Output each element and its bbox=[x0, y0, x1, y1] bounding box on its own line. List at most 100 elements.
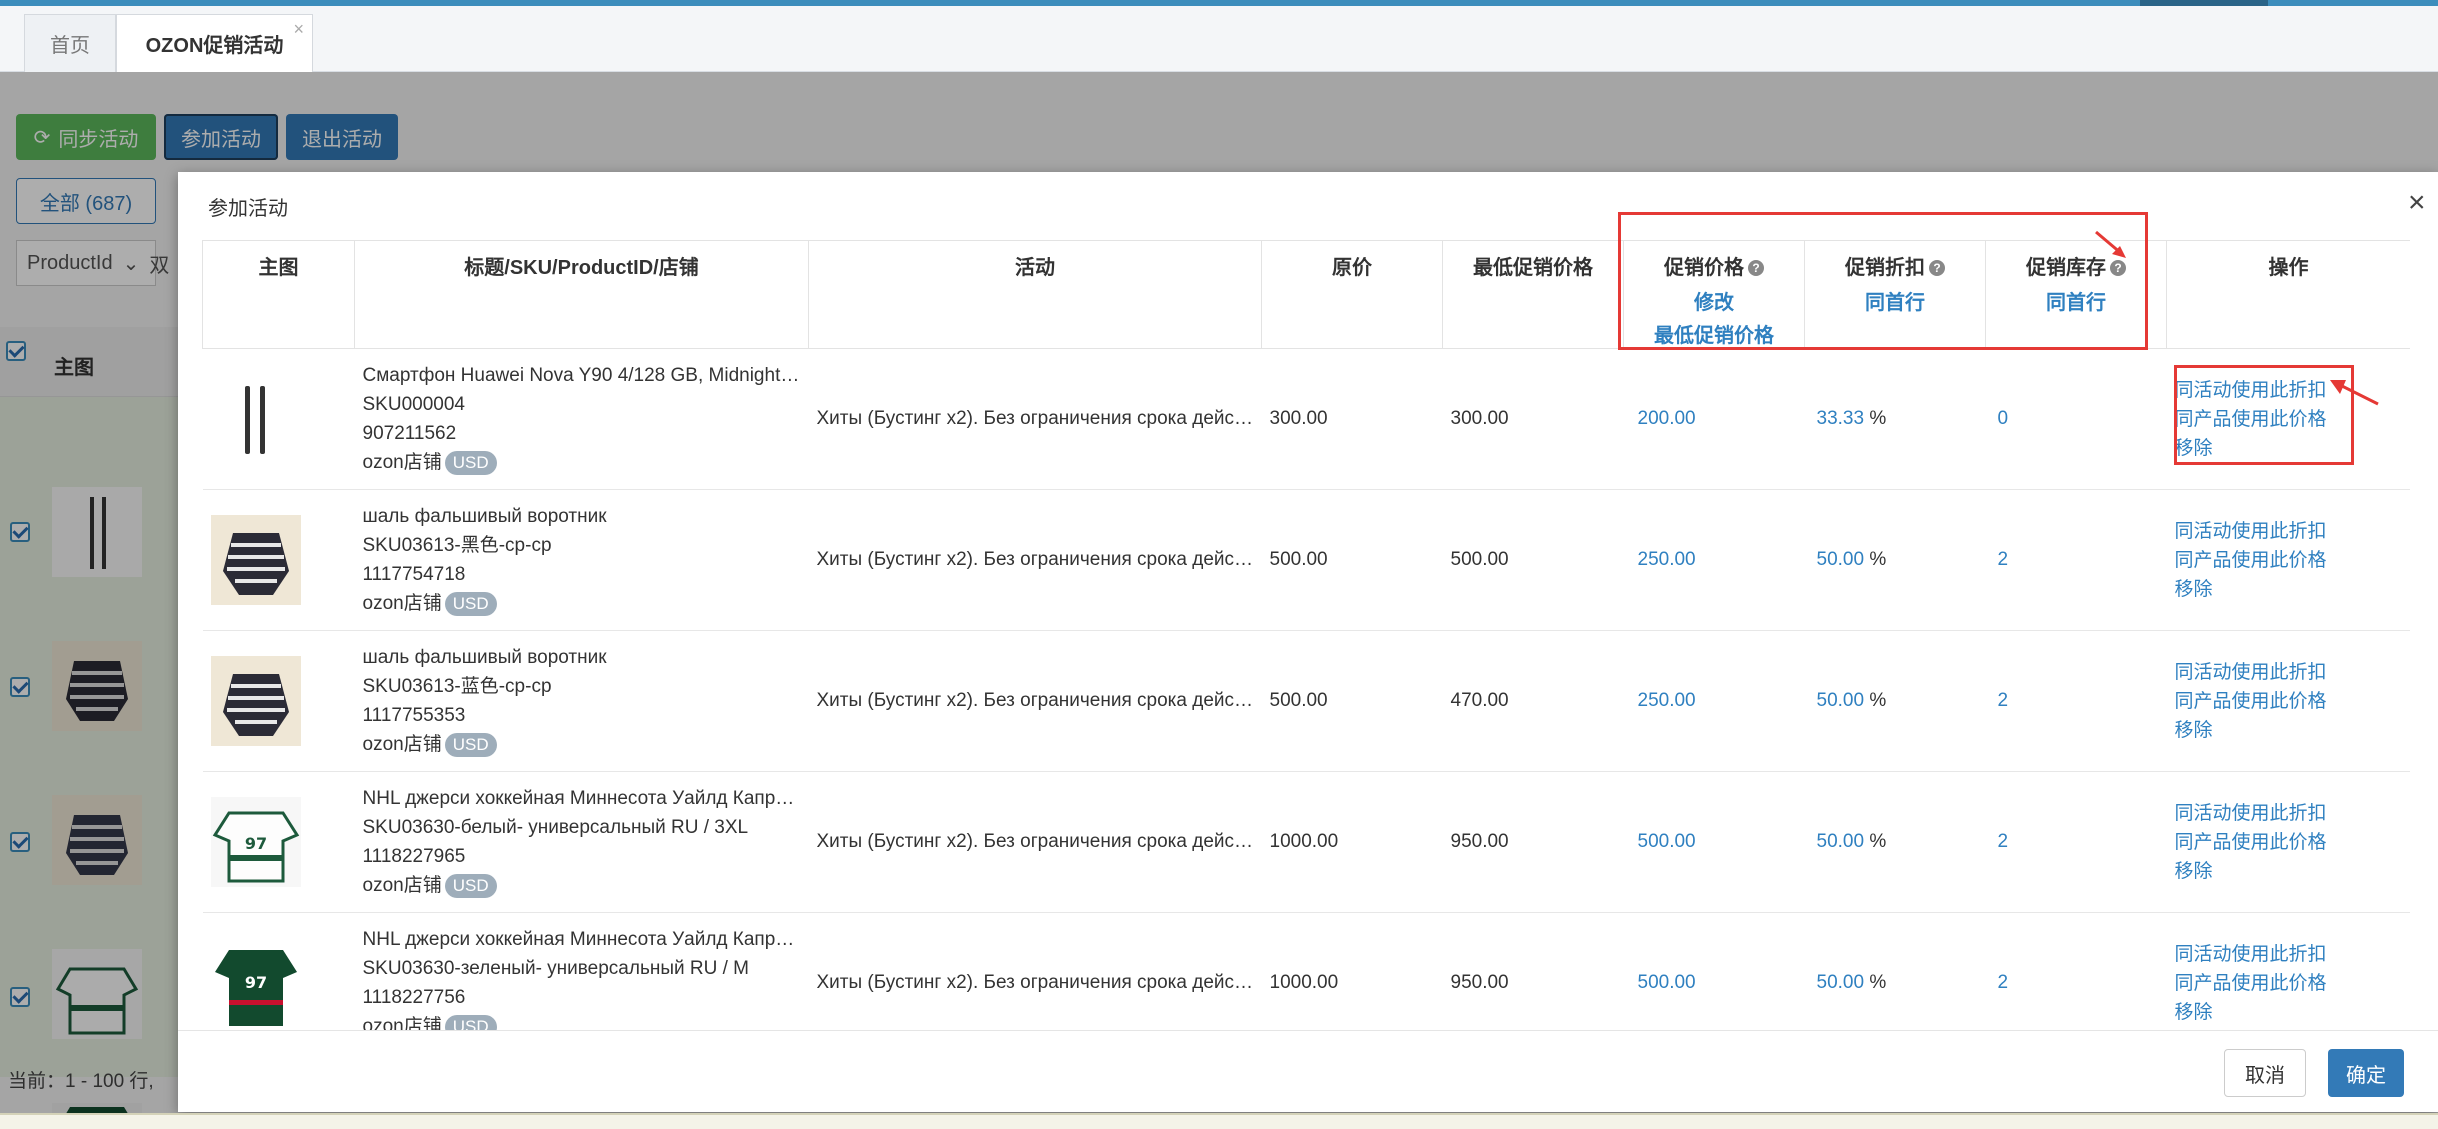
percent-sign: % bbox=[1869, 690, 1887, 711]
row-min-price-cell: 950.00 bbox=[1442, 912, 1624, 1030]
apply-discount-to-activity-link[interactable]: 同活动使用此折扣 bbox=[2175, 658, 2403, 687]
promo-discount-editable[interactable]: 50.00 bbox=[1817, 831, 1865, 852]
table-row: Смартфон Huawei Nova Y90 4/128 GB, Midni… bbox=[202, 348, 2410, 490]
percent-sign: % bbox=[1869, 408, 1887, 429]
header-image-label: 主图 bbox=[258, 257, 299, 279]
currency-badge: USD bbox=[444, 874, 497, 898]
row-activity-cell: Хиты (Бустинг x2). Без ограничения срока… bbox=[808, 348, 1262, 490]
svg-text:97: 97 bbox=[244, 834, 266, 853]
row-activity-cell: Хиты (Бустинг x2). Без ограничения срока… bbox=[808, 489, 1262, 631]
apply-price-to-product-link[interactable]: 同产品使用此价格 bbox=[2175, 969, 2403, 998]
product-id: 1117755353 bbox=[362, 705, 466, 726]
row-image-cell bbox=[202, 489, 355, 631]
product-sku: SKU000004 bbox=[362, 394, 465, 415]
promo-price-editable[interactable]: 500.00 bbox=[1638, 972, 1696, 993]
original-price: 300.00 bbox=[1269, 408, 1328, 429]
promo-price-editable[interactable]: 250.00 bbox=[1638, 690, 1696, 711]
modal-body: 主图 标题/SKU/ProductID/店铺 活动 原价 最低促销价格 促销价格… bbox=[202, 240, 2410, 1030]
row-original-price-cell: 1000.00 bbox=[1261, 912, 1443, 1030]
shop-name: ozon店铺 bbox=[362, 452, 442, 473]
currency-badge: USD bbox=[444, 733, 497, 757]
product-thumbnail: 97 bbox=[210, 938, 301, 1028]
row-info-cell: NHL джерси хоккейная Миннесота Уайлд Кап… bbox=[354, 912, 809, 1030]
tab-bar: 首页 OZON促销活动 × bbox=[0, 6, 2438, 72]
shop-name: ozon店铺 bbox=[362, 1016, 442, 1030]
original-price: 1000.00 bbox=[1269, 831, 1339, 852]
row-promo-price-cell: 500.00 bbox=[1623, 771, 1805, 913]
product-title: NHL джерси хоккейная Миннесота Уайлд Кап… bbox=[362, 929, 801, 950]
close-icon[interactable]: × bbox=[2408, 186, 2438, 220]
promo-discount-editable[interactable]: 33.33 bbox=[1817, 408, 1865, 429]
bottom-strip bbox=[0, 1113, 2438, 1129]
row-discount-cell: 50.00 % bbox=[1804, 489, 1986, 631]
row-image-cell bbox=[202, 348, 355, 490]
product-title: NHL джерси хоккейная Миннесота Уайлд Кап… bbox=[362, 788, 801, 809]
header-min-promo-price: 最低促销价格 bbox=[1442, 240, 1624, 349]
promo-stock-editable[interactable]: 2 bbox=[1998, 690, 2009, 711]
apply-price-to-product-link[interactable]: 同产品使用此价格 bbox=[2175, 828, 2403, 857]
row-info-cell: шаль фальшивый воротник SKU03613-蓝色-cp-cp… bbox=[354, 630, 809, 772]
apply-discount-to-activity-link[interactable]: 同活动使用此折扣 bbox=[2175, 517, 2403, 546]
tab-home[interactable]: 首页 bbox=[24, 14, 116, 72]
confirm-button[interactable]: 确定 bbox=[2328, 1049, 2404, 1097]
row-activity-cell: Хиты (Бустинг x2). Без ограничения срока… bbox=[808, 630, 1262, 772]
row-original-price-cell: 500.00 bbox=[1261, 630, 1443, 772]
product-id: 1118227756 bbox=[362, 987, 466, 1008]
row-stock-cell: 2 bbox=[1985, 630, 2167, 772]
promo-price-editable[interactable]: 500.00 bbox=[1638, 831, 1696, 852]
tab-ozon-promotions[interactable]: OZON促销活动 × bbox=[116, 14, 313, 72]
remove-link[interactable]: 移除 bbox=[2175, 575, 2403, 604]
product-id: 1118227965 bbox=[362, 846, 466, 867]
remove-link[interactable]: 移除 bbox=[2175, 716, 2403, 745]
product-title: шаль фальшивый воротник bbox=[362, 647, 607, 668]
annotation-box-header bbox=[1618, 212, 2148, 350]
header-image: 主图 bbox=[202, 240, 355, 349]
row-promo-price-cell: 250.00 bbox=[1623, 489, 1805, 631]
percent-sign: % bbox=[1869, 549, 1887, 570]
apply-discount-to-activity-link[interactable]: 同活动使用此折扣 bbox=[2175, 940, 2403, 969]
header-activity: 活动 bbox=[808, 240, 1262, 349]
row-activity-cell: Хиты (Бустинг x2). Без ограничения срока… bbox=[808, 912, 1262, 1030]
row-original-price-cell: 500.00 bbox=[1261, 489, 1443, 631]
promo-price-editable[interactable]: 200.00 bbox=[1638, 408, 1696, 429]
currency-badge: USD bbox=[444, 451, 497, 475]
cancel-button[interactable]: 取消 bbox=[2224, 1049, 2306, 1097]
shop-name: ozon店铺 bbox=[362, 734, 442, 755]
promo-discount-editable[interactable]: 50.00 bbox=[1817, 549, 1865, 570]
table-row: 97 NHL джерси хоккейная Миннесота Уайлд К… bbox=[202, 912, 2410, 1030]
currency-badge: USD bbox=[444, 592, 497, 616]
row-image-cell: 97 bbox=[202, 771, 355, 913]
activity-name: Хиты (Бустинг x2). Без ограничения срока… bbox=[816, 549, 1254, 570]
activity-name: Хиты (Бустинг x2). Без ограничения срока… bbox=[816, 690, 1254, 711]
min-promo-price: 950.00 bbox=[1450, 972, 1509, 993]
header-actions-label: 操作 bbox=[2268, 257, 2309, 279]
row-stock-cell: 2 bbox=[1985, 912, 2167, 1030]
annotation-arrow-icon bbox=[2330, 380, 2379, 406]
header-activity-label: 活动 bbox=[1015, 257, 1055, 279]
apply-price-to-product-link[interactable]: 同产品使用此价格 bbox=[2175, 546, 2403, 575]
row-original-price-cell: 1000.00 bbox=[1261, 771, 1443, 913]
row-actions-cell: 同活动使用此折扣 同产品使用此价格 移除 bbox=[2166, 489, 2410, 631]
promo-stock-editable[interactable]: 0 bbox=[1998, 408, 2009, 429]
remove-link[interactable]: 移除 bbox=[2175, 857, 2403, 886]
activity-name: Хиты (Бустинг x2). Без ограничения срока… bbox=[816, 831, 1254, 852]
promo-price-editable[interactable]: 250.00 bbox=[1638, 549, 1696, 570]
promo-stock-editable[interactable]: 2 bbox=[1998, 549, 2009, 570]
apply-discount-to-activity-link[interactable]: 同活动使用此折扣 bbox=[2175, 799, 2403, 828]
row-stock-cell: 2 bbox=[1985, 771, 2167, 913]
apply-price-to-product-link[interactable]: 同产品使用此价格 bbox=[2175, 687, 2403, 716]
promo-stock-editable[interactable]: 2 bbox=[1998, 972, 2009, 993]
tab-close-icon[interactable]: × bbox=[293, 19, 304, 40]
row-actions-cell: 同活动使用此折扣 同产品使用此价格 移除 bbox=[2166, 630, 2410, 772]
currency-badge: USD bbox=[444, 1015, 497, 1030]
remove-link[interactable]: 移除 bbox=[2175, 998, 2403, 1027]
promo-discount-editable[interactable]: 50.00 bbox=[1817, 690, 1865, 711]
svg-text:97: 97 bbox=[244, 973, 266, 992]
table-row: 97 NHL джерси хоккейная Миннесота Уайлд К… bbox=[202, 771, 2410, 913]
row-actions-cell: 同活动使用此折扣 同产品使用此价格 移除 bbox=[2166, 771, 2410, 913]
promo-discount-editable[interactable]: 50.00 bbox=[1817, 972, 1865, 993]
row-original-price-cell: 300.00 bbox=[1261, 348, 1443, 490]
promo-stock-editable[interactable]: 2 bbox=[1998, 831, 2009, 852]
product-id: 1117754718 bbox=[362, 564, 466, 585]
row-stock-cell: 2 bbox=[1985, 489, 2167, 631]
